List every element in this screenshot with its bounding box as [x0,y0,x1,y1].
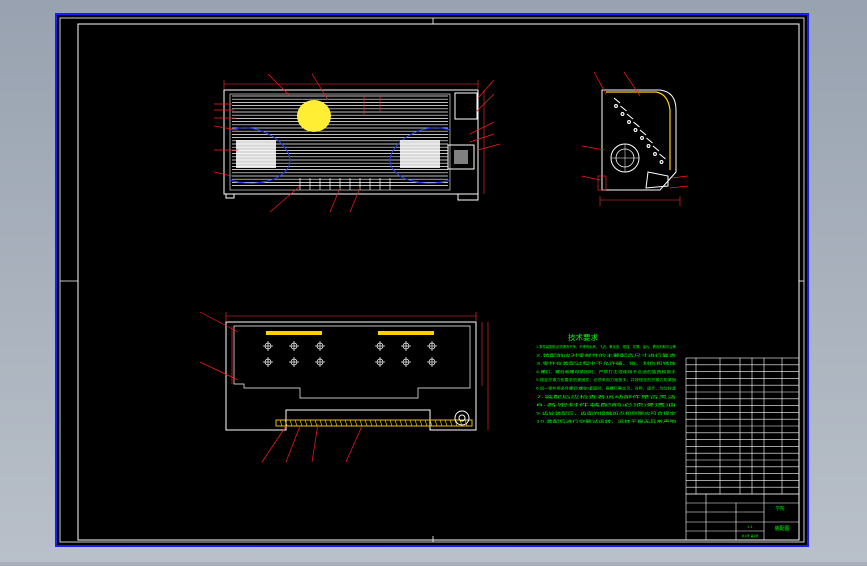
tech-requirement-line: 9.齿轮装配后，齿面的接触斑点和侧隙应符合规定 [536,410,677,415]
tech-requirement-line: 5.规定拧紧力矩要求的紧固件，必须采用力矩扳手，并按规定的拧紧力矩紧固 [536,377,676,382]
tech-requirements-title: 技术要求 [568,332,598,342]
tech-requirement-line: 8.各密封件装配前必须浸透油 [536,402,677,407]
title-block-sheet: 共1张 第1张 [742,533,759,538]
title-block-school: 学院 [776,505,785,512]
tech-requirement-line: 7.装配后应检查各运动部件是否灵活 [536,394,677,399]
cad-viewport[interactable]: 技术要求 1.零件装配前必须清洗干净，不得有毛刺、飞边、氧化皮、锈蚀、切屑、油污… [0,0,867,562]
tech-requirement-line: 1.零件装配前必须清洗干净，不得有毛刺、飞边、氧化皮、锈蚀、切屑、油污、着色剂和… [536,344,676,349]
tech-requirement-line: 3.零件在装配过程中不允许磕、碰、划伤和锈蚀 [536,361,677,366]
title-block-scale: 1:1 [747,525,753,529]
tech-requirement-line: 2.装配前应对零部件的主要配合尺寸进行复查 [536,352,677,357]
title-block-drawing-name: 装配图 [774,525,789,532]
tech-requirement-line: 6.同一零件用多件螺钉(螺栓)紧固时，各螺钉需交叉、对称、逐步、均匀拧紧 [536,386,676,391]
parts-list-table[interactable] [685,357,800,495]
tech-requirement-line: 4.螺钉、螺栓和螺母紧固时，严禁打击或使用不合适的旋具和扳手 [536,369,677,374]
drawing-sheet[interactable]: 技术要求 1.零件装配前必须清洗干净，不得有毛刺、飞边、氧化皮、锈蚀、切屑、油污… [0,0,867,562]
tech-requirement-line: 10.装配后进行空载试运转，运转平稳无异常声响 [536,419,677,424]
fan-disc [297,100,331,132]
